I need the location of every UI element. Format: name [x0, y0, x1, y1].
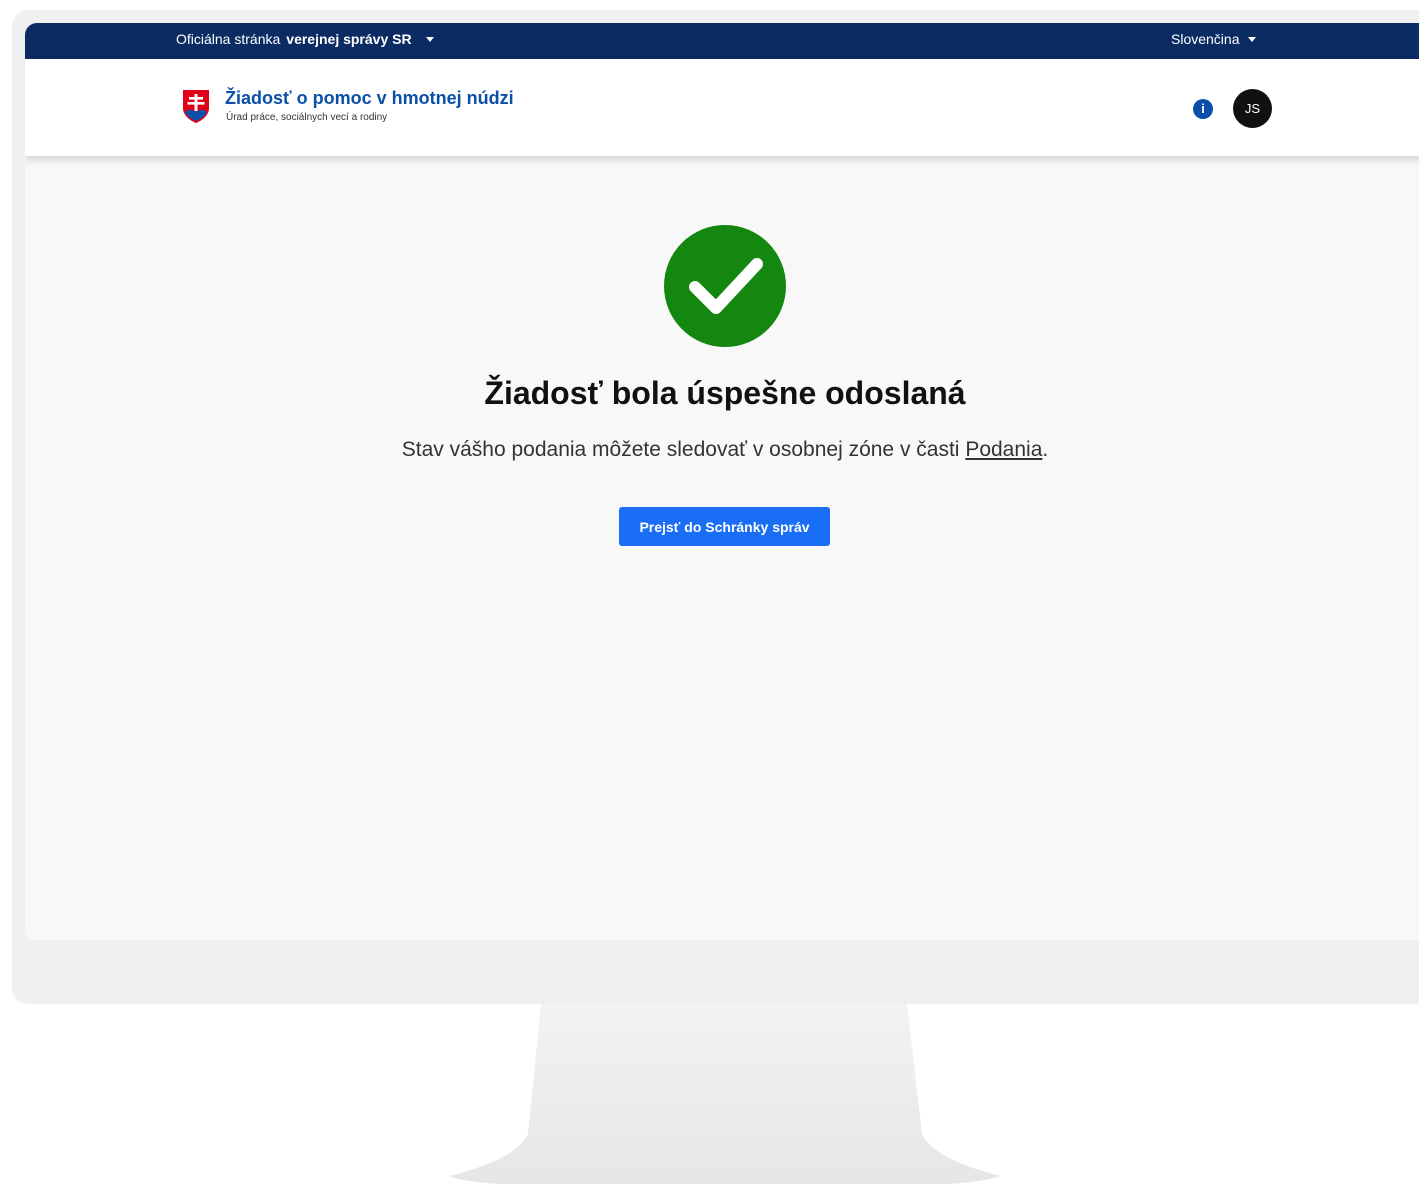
status-message-text: Stav vášho podania môžete sledovať v oso… — [401, 438, 960, 461]
app-title[interactable]: Žiadosť o pomoc v hmotnej núdzi — [225, 88, 514, 109]
monitor-mockup: Oficiálna stránka verejnej správy SR Slo… — [0, 0, 1419, 1184]
status-message-end: . — [1042, 438, 1049, 461]
go-to-inbox-button[interactable]: Prejsť do Schránky správ — [619, 507, 830, 546]
screen: Oficiálna stránka verejnej správy SR Slo… — [25, 23, 1419, 940]
caret-down-icon — [425, 36, 434, 42]
info-icon[interactable]: i — [1193, 99, 1213, 119]
monitor-stand — [449, 1004, 1001, 1184]
official-site-dropdown[interactable]: Oficiálna stránka verejnej správy SR — [176, 31, 434, 47]
app-subtitle: Úrad práce, sociálnych vecí a rodiny — [226, 112, 388, 123]
podania-link[interactable]: Podania — [965, 438, 1042, 461]
site-header: Žiadosť o pomoc v hmotnej núdzi Úrad prá… — [25, 59, 1419, 156]
status-message: Stav vášho podania môžete sledovať v oso… — [25, 438, 1419, 462]
language-label: Slovenčina — [1171, 31, 1240, 47]
check-circle-icon — [664, 225, 786, 347]
slovak-crest-icon — [183, 90, 209, 123]
user-avatar[interactable]: JS — [1233, 89, 1272, 128]
official-site-bold: verejnej správy SR — [286, 31, 412, 47]
caret-down-icon — [1247, 36, 1256, 42]
language-selector[interactable]: Slovenčina — [1171, 31, 1256, 47]
official-site-prefix: Oficiálna stránka — [176, 31, 281, 47]
success-heading: Žiadosť bola úspešne odoslaná — [484, 375, 966, 411]
government-bar: Oficiálna stránka verejnej správy SR Slo… — [25, 23, 1419, 59]
